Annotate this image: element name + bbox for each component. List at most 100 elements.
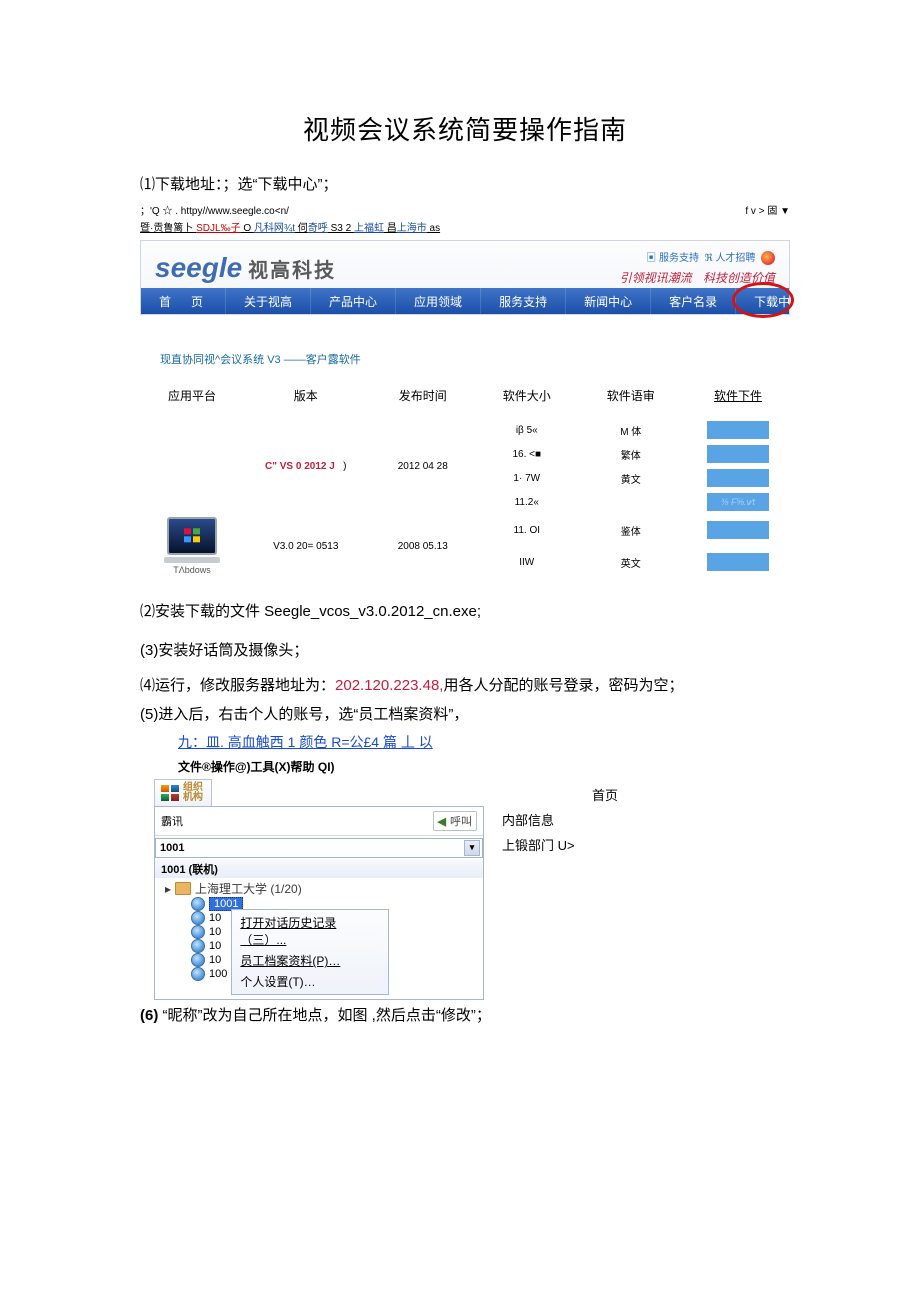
tree-user[interactable]: 10 xyxy=(165,953,227,967)
download-button[interactable] xyxy=(707,469,769,487)
addr-right: f v > 固 ▼ xyxy=(745,202,790,217)
org-icon xyxy=(161,785,179,801)
size-cell: 11.2« xyxy=(478,490,576,514)
bm-text: O xyxy=(241,223,254,234)
nav-news[interactable]: 新闻中心 xyxy=(566,288,651,314)
size-cell: IIW xyxy=(478,546,576,578)
folder-icon xyxy=(175,882,191,895)
ctx-history[interactable]: 打开对话历史记录（三）... xyxy=(232,912,388,950)
tree-user[interactable]: 10 xyxy=(165,939,227,953)
bm-text: 伺 xyxy=(295,223,308,234)
nav-home[interactable]: 首 页 xyxy=(141,288,226,314)
step-6-text: “昵称”改为自己所在地点，如图 ,然后点击“修改”； xyxy=(158,1007,491,1024)
download-table: 应用平台 版本 发布时间 软件大小 软件语审 软件下件 C" VS 0 2012… xyxy=(140,381,790,578)
recruit-link[interactable]: 人才招聘 xyxy=(715,253,755,264)
user-icon xyxy=(191,911,205,925)
th-platform: 应用平台 xyxy=(140,381,244,418)
table-row: C" VS 0 2012 J ) 2012 04 28 iβ 5« M 体 xyxy=(140,418,790,442)
th-lang: 软件语审 xyxy=(576,381,687,418)
ctx-settings[interactable]: 个人设置(T)… xyxy=(232,971,388,992)
bm-link[interactable]: 奇呼 xyxy=(308,223,328,234)
download-table-title: 现直协同视^会议系统 V3 ——客户露软件 xyxy=(160,351,790,367)
call-icon: ◀ xyxy=(438,815,446,828)
user-icon xyxy=(191,897,205,911)
lang-cell: M 体 xyxy=(576,418,687,442)
tree-uni-label: 上海理工大学 (1/20) xyxy=(195,880,302,897)
tab-org-label: 组织 机构 xyxy=(183,783,203,803)
download-button[interactable] xyxy=(707,521,769,539)
version-1: C" VS 0 2012 J xyxy=(265,461,335,472)
context-menu: 打开对话历史记录（三）... 员工档案资料(P)… 个人设置(T)… xyxy=(231,909,389,995)
step-1: ⑴下载地址：；选“下载中心”； xyxy=(140,173,790,194)
nav-download-label: 下载中心 xyxy=(754,293,802,310)
step-6-num: (6) xyxy=(140,1007,158,1024)
size-cell: 1· 7W xyxy=(478,466,576,490)
lang-cell: 英文 xyxy=(576,546,687,578)
right-info-panel: 首页 内部信息 上锻部门 U> xyxy=(502,779,618,1000)
size-cell: 16. <■ xyxy=(478,442,576,466)
tree-user[interactable]: 10 xyxy=(165,925,227,939)
tree-user[interactable]: 100 xyxy=(165,967,227,981)
info-upper-dept[interactable]: 上锻部门 U> xyxy=(502,835,618,854)
windows-icon xyxy=(167,517,217,555)
download-button[interactable] xyxy=(707,421,769,439)
slogan-1: 引领视讯潮流 xyxy=(620,271,692,285)
bm-link[interactable]: 凡科网¾t xyxy=(254,223,295,234)
bm-text: as xyxy=(427,223,440,234)
user-icon xyxy=(191,967,205,981)
size-cell: 11. OI xyxy=(478,514,576,546)
expand-icon[interactable]: ▸ xyxy=(165,882,171,896)
weibo-icon[interactable] xyxy=(761,251,775,265)
nav-contact[interactable]: 联系视高 xyxy=(821,288,906,314)
download-button[interactable] xyxy=(707,445,769,463)
tree-user-label: 100 xyxy=(209,968,227,980)
address-bar[interactable]: ；'Q ☆ . httpy//www.seegle.co<n/ xyxy=(140,202,790,217)
lang-cell xyxy=(576,490,687,514)
step-2: ⑵安装下载的文件 Seegle_vcos_v3.0.2012_cn.exe; xyxy=(140,600,790,621)
step-4b: 用各人分配的账号登录，密码为空； xyxy=(443,677,683,694)
banner-top-right: ▣ 服务支持 ℜ 人才招聘 引领视讯潮流 科技创造价值 xyxy=(620,249,775,286)
app-menubar[interactable]: 文件®操作@)工具(X)帮助 QI) xyxy=(178,758,790,775)
seegle-banner: seegle 视高科技 ▣ 服务支持 ℜ 人才招聘 引领视讯潮流 科技创造价值 … xyxy=(140,240,790,315)
seegle-nav: 首 页 关于视高 产品中心 应用领域 服务支持 新闻中心 客户名录 下载中心 联… xyxy=(141,288,789,314)
nav-download[interactable]: 下载中心 xyxy=(736,288,821,314)
bookmark-bar: 暨·贡鲁篱卜 SDJL‰子 O 凡科网¾t 伺奇呼 S3 2 上福虹 昌上海市 … xyxy=(140,219,790,234)
info-home[interactable]: 首页 xyxy=(592,785,618,804)
dropdown-icon[interactable]: ▾ xyxy=(464,840,480,856)
version-2: V3.0 20= 0513 xyxy=(244,514,368,578)
download-button[interactable]: ⅜ F⅝.v∕t xyxy=(707,493,769,511)
logo-cn: 视高科技 xyxy=(248,254,336,283)
info-internal[interactable]: 内部信息 xyxy=(502,810,618,829)
bm-link[interactable]: 上海市 xyxy=(397,223,427,234)
tree-university[interactable]: ▸ 上海理工大学 (1/20) xyxy=(165,880,479,897)
tree-user[interactable]: 10 xyxy=(165,911,227,925)
size-cell: iβ 5« xyxy=(478,418,576,442)
table-row: TΛbdows V3.0 20= 0513 2008 05.13 11. OI … xyxy=(140,514,790,546)
th-size: 软件大小 xyxy=(478,381,576,418)
user-icon xyxy=(191,953,205,967)
tree-user-label: 10 xyxy=(209,926,221,938)
monitor-base xyxy=(164,557,220,563)
step-4: ⑷运行，修改服务器地址为：202.120.223.48,用各人分配的账号登录，密… xyxy=(140,674,790,695)
user-icon xyxy=(191,925,205,939)
bm-text: S3 2 xyxy=(328,223,354,234)
service-link[interactable]: 服务支持 xyxy=(659,253,699,264)
bm-link[interactable]: 上福虹 xyxy=(354,223,384,234)
nav-customers[interactable]: 客户名录 xyxy=(651,288,736,314)
nav-product[interactable]: 产品中心 xyxy=(311,288,396,314)
combo-value: 1001 xyxy=(160,842,184,854)
th-download: 软件下件 xyxy=(686,381,790,418)
nav-service[interactable]: 服务支持 xyxy=(481,288,566,314)
lang-cell: 繁体 xyxy=(576,442,687,466)
download-button[interactable] xyxy=(707,553,769,571)
call-button[interactable]: ◀ 呼叫 xyxy=(433,811,477,831)
titlebar-link[interactable]: 九：皿. 高血触西 1 颜色 R=公£4 篇 丄 以 xyxy=(178,732,790,752)
ctx-profile[interactable]: 员工档案资料(P)… xyxy=(232,950,388,971)
tab-org[interactable]: 组织 机构 xyxy=(154,779,212,806)
lang-cell: 鉴体 xyxy=(576,514,687,546)
seegle-logo: seegle 视高科技 xyxy=(155,252,336,284)
nav-about[interactable]: 关于视高 xyxy=(226,288,311,314)
nav-domain[interactable]: 应用领域 xyxy=(396,288,481,314)
date-2: 2008 05.13 xyxy=(368,514,479,578)
account-combo[interactable]: 1001 ▾ xyxy=(155,838,483,858)
